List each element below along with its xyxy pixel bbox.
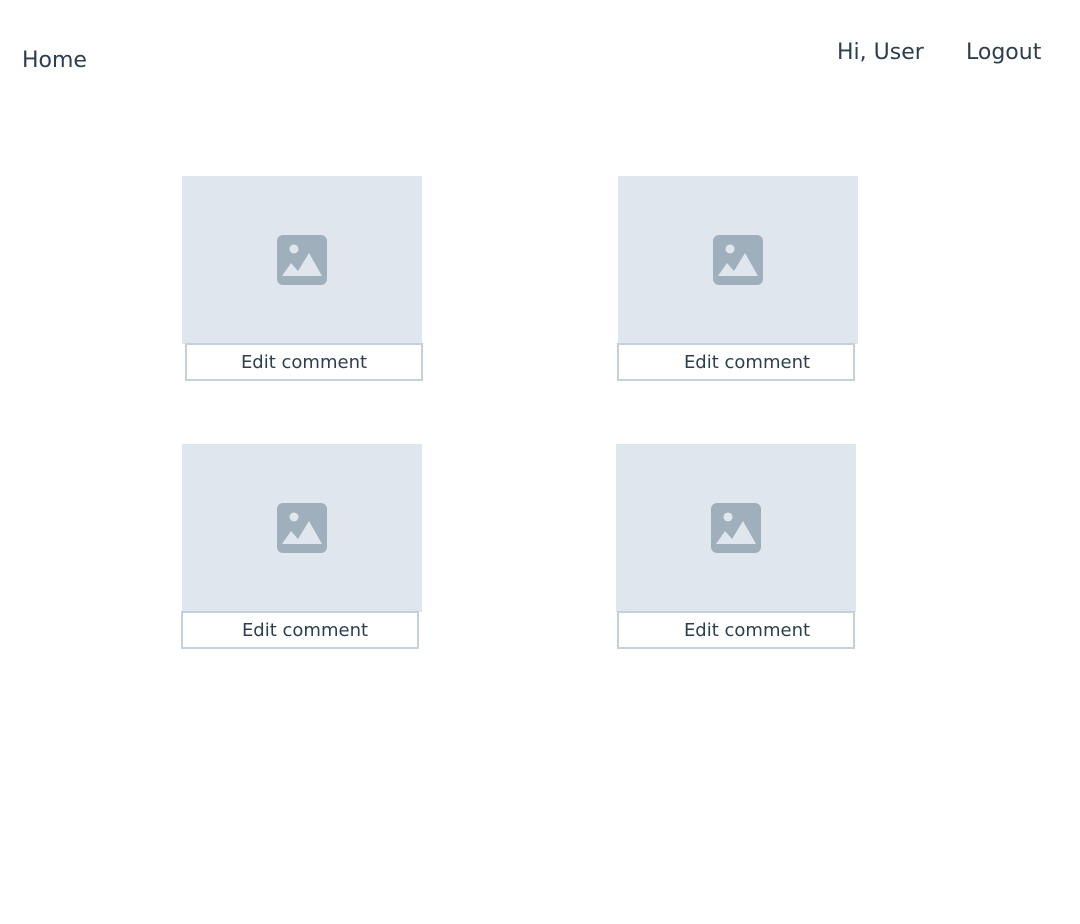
photo-thumbnail[interactable] xyxy=(182,176,422,344)
edit-comment-button[interactable]: Edit comment xyxy=(617,611,855,649)
home-link[interactable]: Home xyxy=(22,48,87,74)
edit-comment-button[interactable]: Edit comment xyxy=(185,343,423,381)
edit-comment-button[interactable]: Edit comment xyxy=(617,343,855,381)
photo-thumbnail[interactable] xyxy=(618,176,858,344)
image-placeholder-icon xyxy=(277,503,327,553)
logout-link[interactable]: Logout xyxy=(966,40,1041,66)
image-placeholder-icon xyxy=(713,235,763,285)
photo-thumbnail[interactable] xyxy=(182,444,422,612)
photo-thumbnail[interactable] xyxy=(616,444,856,612)
user-greeting: Hi, User xyxy=(837,40,924,65)
edit-comment-button[interactable]: Edit comment xyxy=(181,611,419,649)
image-placeholder-icon xyxy=(277,235,327,285)
image-placeholder-icon xyxy=(711,503,761,553)
